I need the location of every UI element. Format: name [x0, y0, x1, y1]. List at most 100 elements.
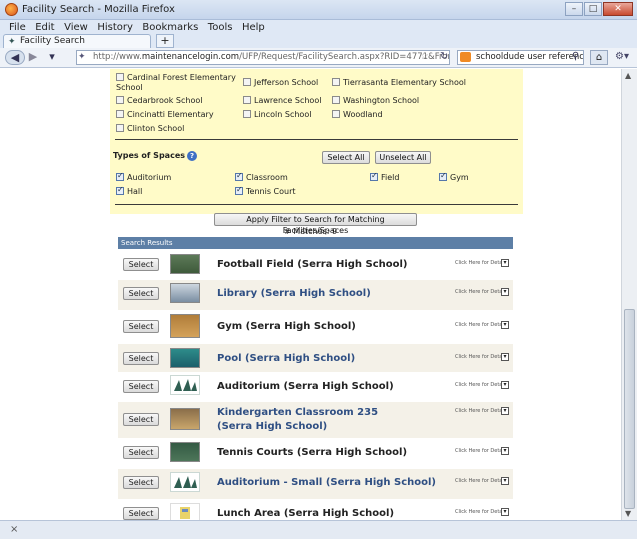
details-icon[interactable]: ▾ — [501, 381, 509, 389]
maximize-button[interactable]: □ — [584, 2, 602, 16]
addon-menu-icon[interactable]: ⚙▾ — [612, 50, 632, 65]
checkbox-icon[interactable] — [370, 171, 378, 181]
details-icon[interactable]: ▾ — [501, 321, 509, 329]
facility-thumbnail[interactable] — [170, 375, 200, 395]
space-checkbox[interactable]: Classroom — [235, 171, 288, 183]
checkbox-icon[interactable] — [116, 96, 124, 104]
school-checkbox[interactable]: Woodland — [332, 110, 383, 120]
select-button[interactable]: Select — [123, 446, 159, 459]
checkbox-icon[interactable] — [243, 96, 251, 104]
space-checkbox[interactable]: Tennis Court — [235, 185, 296, 197]
menu-file[interactable]: File — [9, 21, 26, 35]
facility-thumbnail[interactable] — [170, 503, 200, 520]
close-button[interactable]: ✕ — [603, 2, 633, 16]
menu-history[interactable]: History — [97, 21, 133, 35]
apply-filter-button[interactable]: Apply Filter to Search for Matching Faci… — [214, 213, 417, 235]
facility-thumbnail[interactable] — [170, 408, 200, 430]
checkbox-icon[interactable] — [332, 110, 340, 118]
select-button[interactable]: Select — [123, 320, 159, 333]
school-checkbox[interactable]: Cardinal Forest Elementary School — [116, 73, 236, 93]
details-icon[interactable]: ▾ — [501, 447, 509, 455]
details-icon[interactable]: ▾ — [501, 508, 509, 516]
checkbox-icon[interactable] — [116, 73, 124, 81]
menu-help[interactable]: Help — [242, 21, 265, 35]
details-link[interactable]: Click Here for Details — [455, 354, 508, 360]
scroll-down-icon[interactable]: ▼ — [625, 509, 631, 518]
checkbox-icon[interactable] — [116, 185, 124, 195]
checkbox-icon[interactable] — [235, 185, 243, 195]
details-link[interactable]: Click Here for Details — [455, 408, 508, 414]
checkbox-icon[interactable] — [116, 171, 124, 181]
select-button[interactable]: Select — [123, 287, 159, 300]
school-checkbox[interactable]: Tierrasanta Elementary School — [332, 78, 466, 88]
facility-thumbnail[interactable] — [170, 254, 200, 274]
history-dropdown-icon[interactable]: ▾ — [46, 50, 58, 65]
bookmark-star-icon[interactable]: ☆ — [420, 51, 429, 62]
school-checkbox[interactable]: Lawrence School — [243, 96, 321, 106]
new-tab-button[interactable]: + — [156, 34, 174, 48]
details-icon[interactable]: ▾ — [501, 477, 509, 485]
school-checkbox[interactable]: Lincoln School — [243, 110, 311, 120]
facility-thumbnail[interactable] — [170, 442, 200, 462]
space-checkbox[interactable]: Gym — [439, 171, 469, 183]
school-checkbox[interactable]: Cincinatti Elementary — [116, 110, 214, 120]
home-button[interactable]: ⌂ — [590, 50, 608, 65]
space-checkbox[interactable]: Hall — [116, 185, 142, 197]
menu-tools[interactable]: Tools — [208, 21, 233, 35]
checkbox-icon[interactable] — [116, 110, 124, 118]
checkbox-icon[interactable] — [243, 110, 251, 118]
select-all-button[interactable]: Select All — [322, 151, 370, 164]
search-engine-icon[interactable] — [460, 52, 471, 62]
details-link[interactable]: Click Here for Details — [455, 260, 508, 266]
help-icon[interactable]: ? — [187, 151, 197, 161]
scrollbar-thumb[interactable] — [624, 309, 635, 509]
school-checkbox[interactable]: Washington School — [332, 96, 419, 106]
vertical-scrollbar[interactable]: ▲ ▼ — [621, 69, 637, 520]
details-link[interactable]: Click Here for Details — [455, 382, 508, 388]
facility-name[interactable]: Library (Serra High School) — [217, 287, 371, 301]
facility-thumbnail[interactable] — [170, 472, 200, 492]
menu-bookmarks[interactable]: Bookmarks — [142, 21, 198, 35]
details-link[interactable]: Click Here for Details — [455, 448, 508, 454]
checkbox-icon[interactable] — [332, 78, 340, 86]
school-checkbox[interactable]: Cedarbrook School — [116, 96, 203, 106]
details-icon[interactable]: ▾ — [501, 288, 509, 296]
details-icon[interactable]: ▾ — [501, 259, 509, 267]
select-button[interactable]: Select — [123, 258, 159, 271]
search-icon[interactable]: ⚲ — [572, 51, 579, 62]
site-identity-icon[interactable]: ✦ — [78, 52, 86, 62]
reload-icon[interactable]: ↻ — [440, 51, 448, 62]
select-button[interactable]: Select — [123, 352, 159, 365]
select-button[interactable]: Select — [123, 380, 159, 393]
school-checkbox[interactable]: Clinton School — [116, 124, 184, 134]
checkbox-icon[interactable] — [243, 78, 251, 86]
menu-edit[interactable]: Edit — [35, 21, 54, 35]
facility-name[interactable]: Pool (Serra High School) — [217, 352, 355, 366]
forward-button[interactable]: ▶ — [26, 50, 40, 65]
back-button[interactable]: ◀ — [5, 50, 25, 65]
search-bar[interactable]: schooldude user reference s — [457, 50, 584, 65]
scroll-up-icon[interactable]: ▲ — [625, 71, 631, 80]
facility-thumbnail[interactable] — [170, 283, 200, 303]
facility-thumbnail[interactable] — [170, 348, 200, 368]
details-link[interactable]: Click Here for Details — [455, 478, 508, 484]
facility-name[interactable]: Auditorium - Small (Serra High School) — [217, 476, 436, 490]
details-link[interactable]: Click Here for Details — [455, 509, 508, 515]
facility-name[interactable]: Kindergarten Classroom 235 (Serra High S… — [217, 406, 387, 434]
checkbox-icon[interactable] — [332, 96, 340, 104]
menu-view[interactable]: View — [64, 21, 88, 35]
details-link[interactable]: Click Here for Details — [455, 322, 508, 328]
select-button[interactable]: Select — [123, 476, 159, 489]
minimize-button[interactable]: – — [565, 2, 583, 16]
unselect-all-button[interactable]: Unselect All — [375, 151, 431, 164]
select-button[interactable]: Select — [123, 507, 159, 520]
close-addon-bar-icon[interactable]: × — [10, 524, 18, 535]
tab-facility-search[interactable]: ✦ Facility Search — [3, 34, 151, 48]
space-checkbox[interactable]: Auditorium — [116, 171, 171, 183]
school-checkbox[interactable]: Jefferson School — [243, 78, 318, 88]
details-icon[interactable]: ▾ — [501, 353, 509, 361]
checkbox-icon[interactable] — [439, 171, 447, 181]
checkbox-icon[interactable] — [235, 171, 243, 181]
details-icon[interactable]: ▾ — [501, 407, 509, 415]
url-bar[interactable]: http://www.maintenancelogin.com/UFP/Requ… — [76, 50, 450, 65]
